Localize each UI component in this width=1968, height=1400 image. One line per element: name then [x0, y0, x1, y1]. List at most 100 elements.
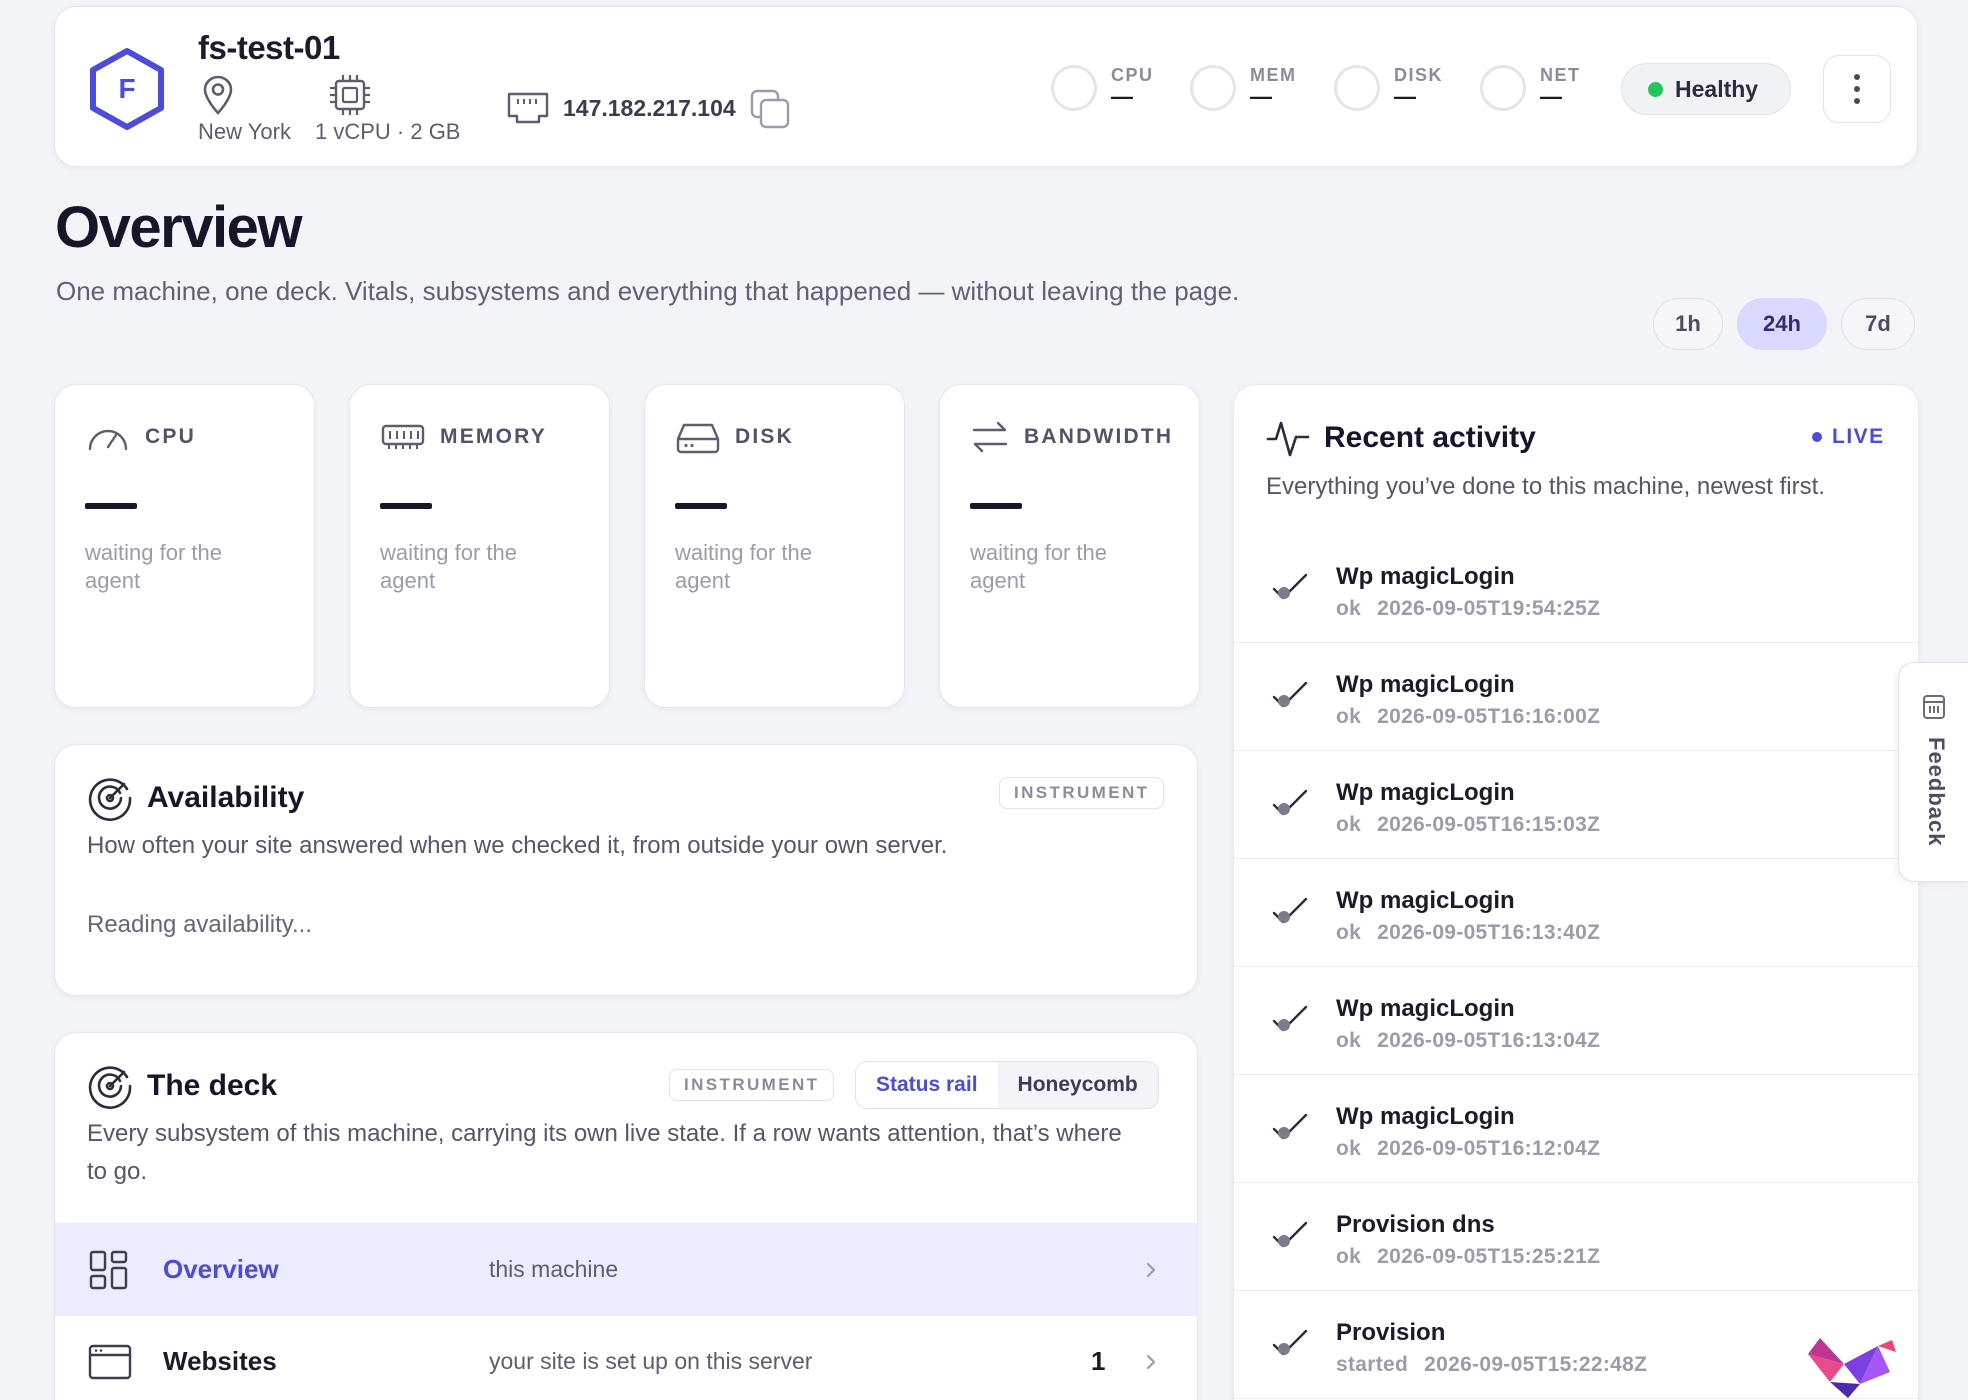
vital-label: NET: [1540, 65, 1581, 85]
vital-ring: [1190, 65, 1236, 111]
spec-meta: 1 vCPU · 2 GB: [315, 73, 460, 145]
activity-meta: ok 2026-09-05T16:12:04Z: [1336, 1137, 1600, 1161]
activity-item[interactable]: Wp magicLogin ok 2026-09-05T16:13:04Z: [1234, 967, 1918, 1075]
activity-meta: ok 2026-09-05T15:25:21Z: [1336, 1245, 1600, 1269]
vital-net: NET —: [1480, 65, 1581, 111]
activity-item[interactable]: Wp magicLogin ok 2026-09-05T16:13:40Z: [1234, 859, 1918, 967]
metric-card-cpu: CPU waiting for the agent: [54, 384, 315, 708]
metric-value-placeholder: [970, 503, 1022, 509]
activity-status: started: [1336, 1353, 1409, 1376]
check-ok-icon: [1272, 573, 1308, 600]
activity-timestamp: 2026-09-05T16:12:04Z: [1377, 1137, 1601, 1160]
metric-label: DISK: [735, 425, 794, 448]
grid-icon: [89, 1250, 128, 1290]
live-label: LIVE: [1832, 425, 1885, 448]
vital-label: MEM: [1250, 65, 1297, 85]
feedback-icon: [1923, 695, 1945, 719]
machine-logo: F: [87, 47, 167, 131]
vital-disk: DISK —: [1334, 65, 1443, 111]
vital-value: —: [1394, 84, 1416, 109]
range-tab-1h[interactable]: 1h: [1653, 298, 1723, 350]
activity-timestamp: 2026-09-05T15:25:21Z: [1377, 1245, 1601, 1268]
activity-name: Wp magicLogin: [1336, 887, 1515, 914]
activity-meta: ok 2026-09-05T16:13:40Z: [1336, 921, 1600, 945]
status-dot: [1648, 81, 1663, 97]
machine-header: F fs-test-01 New York 1 vCPU · 2 GB 147.…: [54, 6, 1918, 167]
feedback-label: Feedback: [1924, 737, 1949, 847]
activity-name: Wp magicLogin: [1336, 1103, 1515, 1130]
activity-name: Provision: [1336, 1319, 1446, 1346]
vital-ring: [1051, 65, 1097, 111]
copy-icon: [750, 89, 789, 129]
arrows-exchange-icon: [972, 421, 1008, 453]
ethernet-port-icon: [507, 92, 549, 124]
location-meta: New York: [198, 73, 291, 145]
activity-status: ok: [1336, 1029, 1362, 1052]
feedback-tab[interactable]: Feedback: [1898, 662, 1968, 882]
activity-item[interactable]: Wp magicLogin ok 2026-09-05T19:54:25Z: [1234, 535, 1918, 643]
metric-label: CPU: [145, 425, 196, 448]
activity-name: Wp magicLogin: [1336, 995, 1515, 1022]
vital-value: —: [1540, 84, 1562, 109]
bird-mascot-icon[interactable]: [1800, 1324, 1900, 1400]
deck-row-name: Websites: [163, 1346, 277, 1376]
activity-status: ok: [1336, 1137, 1362, 1160]
activity-meta: ok 2026-09-05T16:16:00Z: [1336, 705, 1600, 729]
activity-timestamp: 2026-09-05T16:16:00Z: [1377, 705, 1601, 728]
metric-label: BANDWIDTH: [1024, 425, 1174, 448]
activity-timestamp: 2026-09-05T15:22:48Z: [1424, 1353, 1648, 1376]
activity-name: Wp magicLogin: [1336, 779, 1515, 806]
browser-window-icon: [88, 1344, 132, 1380]
range-tab-24h[interactable]: 24h: [1737, 298, 1827, 350]
cpu-chip-icon: [330, 75, 370, 115]
location-pin-icon: [203, 75, 233, 115]
deck-row-websites[interactable]: Websites your site is set up on this ser…: [55, 1315, 1197, 1400]
machine-name: fs-test-01: [198, 29, 340, 66]
copy-ip-button[interactable]: [748, 87, 790, 129]
deck-row-overview[interactable]: Overview this machine: [55, 1223, 1197, 1315]
check-ok-icon: [1272, 789, 1308, 816]
vital-label: CPU: [1111, 65, 1154, 85]
health-status-badge[interactable]: Healthy: [1621, 63, 1791, 115]
activity-meta: started 2026-09-05T15:22:48Z: [1336, 1353, 1647, 1377]
activity-item[interactable]: Wp magicLogin ok 2026-09-05T16:15:03Z: [1234, 751, 1918, 859]
ip-text: 147.182.217.104: [563, 94, 736, 121]
view-honeycomb[interactable]: Honeycomb: [998, 1062, 1158, 1108]
check-ok-icon: [1272, 1221, 1308, 1248]
check-ok-icon: [1272, 1113, 1308, 1140]
gauge-icon: [88, 429, 128, 451]
page-title: Overview: [55, 195, 302, 260]
activity-status: ok: [1336, 813, 1362, 836]
metric-label: MEMORY: [440, 425, 547, 448]
deck-row-desc: your site is set up on this server: [489, 1348, 813, 1374]
metric-value-placeholder: [85, 503, 137, 509]
activity-timestamp: 2026-09-05T19:54:25Z: [1377, 597, 1601, 620]
radar-icon: [88, 778, 132, 821]
check-ok-icon: [1272, 1005, 1308, 1032]
metric-note: waiting for the agent: [85, 540, 222, 593]
activity-status: ok: [1336, 1245, 1362, 1268]
vital-ring: [1480, 65, 1526, 111]
more-options-button[interactable]: [1823, 55, 1891, 123]
view-status-rail[interactable]: Status rail: [856, 1062, 998, 1108]
activity-item[interactable]: Provision dns ok 2026-09-05T15:25:21Z: [1234, 1183, 1918, 1291]
deck-panel: The deck INSTRUMENT Status rail Honeycom…: [54, 1032, 1198, 1400]
range-tab-7d[interactable]: 7d: [1841, 298, 1915, 350]
instrument-badge: INSTRUMENT: [999, 777, 1165, 809]
activity-status: ok: [1336, 921, 1362, 944]
live-dot: [1812, 432, 1822, 442]
activity-name: Wp magicLogin: [1336, 563, 1515, 590]
activity-item[interactable]: Wp magicLogin ok 2026-09-05T16:12:04Z: [1234, 1075, 1918, 1183]
activity-title: Recent activity: [1324, 421, 1536, 454]
availability-title: Availability: [147, 781, 305, 814]
ip-address: 147.182.217.104: [505, 87, 790, 129]
chevron-right-icon: [1146, 1354, 1156, 1370]
page-subtitle: One machine, one deck. Vitals, subsystem…: [56, 276, 1240, 306]
check-ok-icon: [1272, 1329, 1308, 1356]
availability-description: How often your site answered when we che…: [87, 832, 948, 859]
metric-card-bandwidth: BANDWIDTH waiting for the agent: [939, 384, 1200, 708]
chevron-right-icon: [1146, 1262, 1156, 1278]
activity-item[interactable]: Wp magicLogin ok 2026-09-05T16:16:00Z: [1234, 643, 1918, 751]
live-indicator: LIVE: [1812, 425, 1885, 449]
deck-row-name: Overview: [163, 1254, 279, 1284]
